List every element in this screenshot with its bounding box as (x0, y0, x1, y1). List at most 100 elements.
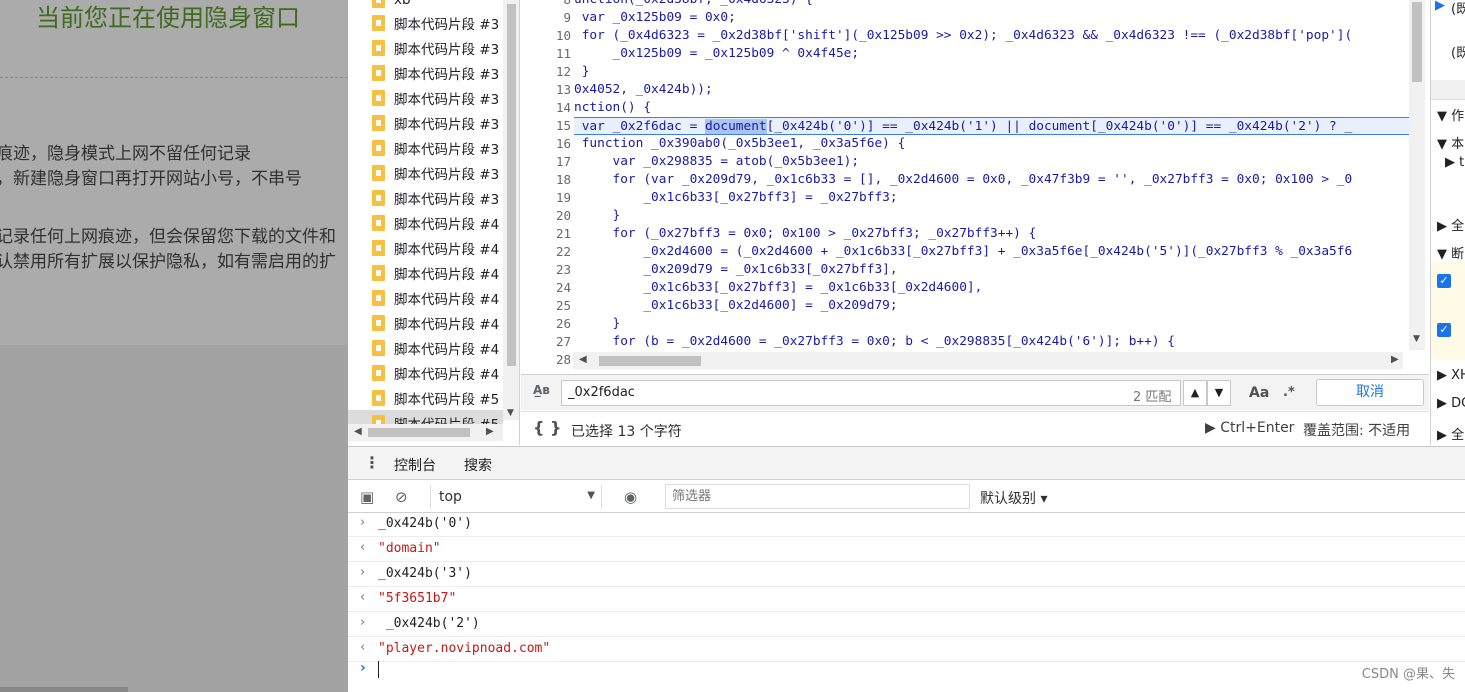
line-number[interactable]: 14 (556, 99, 571, 117)
code-line[interactable]: for (var _0x209d79, _0x1c6b33 = [], _0x2… (574, 171, 1353, 189)
filter-input[interactable]: 筛选器 (665, 484, 970, 509)
line-number[interactable]: 27 (556, 333, 571, 351)
navigator-item[interactable]: 脚本代码片段 #4 (348, 260, 503, 285)
line-number[interactable]: 9 (563, 9, 571, 27)
line-number[interactable]: 15 (556, 117, 571, 135)
code-line[interactable]: unction(_0x2d38bf, _0x4d6323) { (574, 0, 813, 9)
log-levels-dropdown[interactable]: 默认级别 ▾ (980, 488, 1047, 508)
tab-search[interactable]: 搜索 (464, 455, 492, 475)
navigator-item[interactable]: 脚本代码片段 #5 (348, 385, 503, 410)
code-lines[interactable]: unction(_0x2d38bf, _0x4d6323) { var _0x1… (574, 0, 1409, 373)
line-number[interactable]: 13 (556, 81, 571, 99)
pause-icon[interactable]: ▶ (1435, 0, 1445, 13)
pretty-print-icon[interactable]: { } (533, 418, 561, 437)
match-case-button[interactable]: Aa (1249, 385, 1269, 401)
code-line[interactable]: var _0x125b09 = 0x0; (574, 9, 736, 27)
navigator-item[interactable]: 脚本代码片段 #3 (348, 110, 503, 135)
line-number[interactable]: 17 (556, 153, 571, 171)
navigator-item[interactable]: 脚本代码片段 #3 (348, 10, 503, 35)
line-number[interactable]: 28 (556, 351, 571, 369)
line-number[interactable]: 25 (556, 297, 571, 315)
eye-icon[interactable]: ◉ (624, 488, 637, 506)
code-line[interactable]: for (_0x4d6323 = _0x2d38bf['shift'](_0x1… (574, 27, 1352, 45)
navigator-horizontal-scrollbar[interactable]: ◀ ▶ (348, 424, 503, 441)
cancel-button[interactable]: 取消 (1316, 379, 1424, 406)
sidebar-toggle-icon[interactable]: ▣ (360, 488, 374, 506)
line-number[interactable]: 21 (556, 225, 571, 243)
code-line[interactable]: _0x125b09 = _0x125b09 ^ 0x4f45e; (574, 45, 860, 63)
scroll-down-icon[interactable]: ▼ (507, 408, 514, 418)
scroll-right-icon[interactable]: ▶ (1391, 354, 1399, 365)
section-header-dom[interactable]: ▶ DC (1437, 396, 1465, 411)
code-line[interactable]: } (574, 315, 621, 333)
scrollbar-thumb[interactable] (368, 428, 470, 437)
section-header-global[interactable]: ▶ 全 (1437, 215, 1464, 234)
editor-vertical-scrollbar[interactable]: ▼ (1409, 0, 1425, 350)
clear-console-icon[interactable]: ⊘ (395, 488, 408, 506)
navigator-item[interactable]: 脚本代码片段 #3 (348, 35, 503, 60)
section-header-watch[interactable]: ▼ 作 (1437, 105, 1464, 124)
breakpoint-checkbox[interactable]: ✓ (1437, 274, 1451, 288)
line-number[interactable]: 12 (556, 63, 571, 81)
line-number-gutter[interactable]: 8910111213141516171819202122232425262728 (521, 0, 573, 373)
navigator-item[interactable]: 脚本代码片段 #4 (348, 210, 503, 235)
code-line[interactable]: _0x209d79 = _0x1c6b33[_0x27bff3], (574, 261, 897, 279)
navigator-item[interactable]: 脚本代码片段 #4 (348, 285, 503, 310)
navigator-item[interactable]: 脚本代码片段 #3 (348, 60, 503, 85)
console-result-row[interactable]: ‹ "domain" (348, 537, 1465, 562)
scroll-left-icon[interactable]: ◀ (354, 426, 362, 437)
scroll-down-icon[interactable]: ▼ (1413, 334, 1420, 344)
code-line[interactable]: _0x1c6b33[_0x2d4600] = _0x209d79; (574, 297, 897, 315)
navigator-item[interactable]: 脚本代码片段 #4 (348, 310, 503, 335)
breakpoint-checkbox[interactable]: ✓ (1437, 323, 1451, 337)
regex-button[interactable]: .* (1283, 385, 1295, 400)
context-selector[interactable]: top ▼ (430, 485, 602, 509)
code-line[interactable]: function _0x390ab0(_0x5b3ee1, _0x3a5f6e)… (574, 135, 906, 153)
console-input-row[interactable]: › _0x424b('2') (348, 612, 1465, 637)
scrollbar-thumb[interactable] (1412, 2, 1422, 82)
code-editor[interactable]: 8910111213141516171819202122232425262728… (521, 0, 1429, 373)
console-prompt[interactable]: › (348, 657, 1465, 692)
scrollbar-thumb[interactable] (507, 4, 516, 366)
line-number[interactable]: 22 (556, 243, 571, 261)
line-number[interactable]: 18 (556, 171, 571, 189)
navigator-item[interactable]: 脚本代码片段 #3 (348, 85, 503, 110)
scroll-left-icon[interactable]: ◀ (579, 354, 587, 365)
line-number[interactable]: 16 (556, 135, 571, 153)
code-line[interactable]: 0x4052, _0x424b)); (574, 81, 713, 99)
section-header-global-listeners[interactable]: ▶ 全 (1437, 424, 1464, 443)
code-line[interactable]: var _0x2f6dac = document[_0x424b('0')] =… (574, 117, 1409, 135)
code-line[interactable]: var _0x298835 = atob(_0x5b3ee1); (574, 153, 860, 171)
section-header-xhr[interactable]: ▶ XH (1437, 368, 1465, 383)
next-match-button[interactable]: ▼ (1207, 380, 1231, 406)
section-header-scope[interactable]: ▼ 本 (1437, 133, 1464, 152)
line-number[interactable]: 19 (556, 189, 571, 207)
section-header-breakpoints[interactable]: ▼ 断 (1437, 243, 1464, 262)
navigator-item[interactable]: 脚本代码片段 #3 (348, 135, 503, 160)
navigator-item[interactable]: 脚本代码片段 #4 (348, 360, 503, 385)
console-input-row[interactable]: › _0x424b('0') (348, 512, 1465, 537)
page-scroll-indicator[interactable] (0, 687, 128, 692)
navigator-item[interactable]: 脚本代码片段 #4 (348, 335, 503, 360)
code-line[interactable]: _0x1c6b33[_0x27bff3] = _0x27bff3; (574, 189, 897, 207)
navigator-item[interactable]: 脚本代码片段 #3 (348, 185, 503, 210)
navigator-item[interactable]: 脚本代码片段 #3 (348, 160, 503, 185)
previous-match-button[interactable]: ▲ (1183, 380, 1207, 406)
navigator-item[interactable]: 脚本代码片段 #4 (348, 235, 503, 260)
line-number[interactable]: 8 (563, 0, 571, 9)
code-line[interactable]: nction() { (574, 99, 651, 117)
find-input[interactable]: _0x2f6dac (561, 380, 1181, 406)
line-number[interactable]: 10 (556, 27, 571, 45)
tab-console[interactable]: 控制台 (394, 455, 436, 484)
code-line[interactable]: } (574, 207, 621, 225)
console-input-row[interactable]: › _0x424b('3') (348, 562, 1465, 587)
more-options-icon[interactable]: ⋮ (364, 453, 380, 472)
line-number[interactable]: 11 (556, 45, 571, 63)
code-line[interactable]: _0x1c6b33[_0x27bff3] = _0x1c6b33[_0x2d46… (574, 279, 982, 297)
line-number[interactable]: 20 (556, 207, 571, 225)
console-result-row[interactable]: ‹ "5f3651b7" (348, 587, 1465, 612)
code-line[interactable]: for (b = _0x2d4600 = _0x27bff3 = 0x0; b … (574, 333, 1175, 351)
line-number[interactable]: 26 (556, 315, 571, 333)
scrollbar-thumb[interactable] (599, 356, 701, 366)
line-number[interactable]: 24 (556, 279, 571, 297)
